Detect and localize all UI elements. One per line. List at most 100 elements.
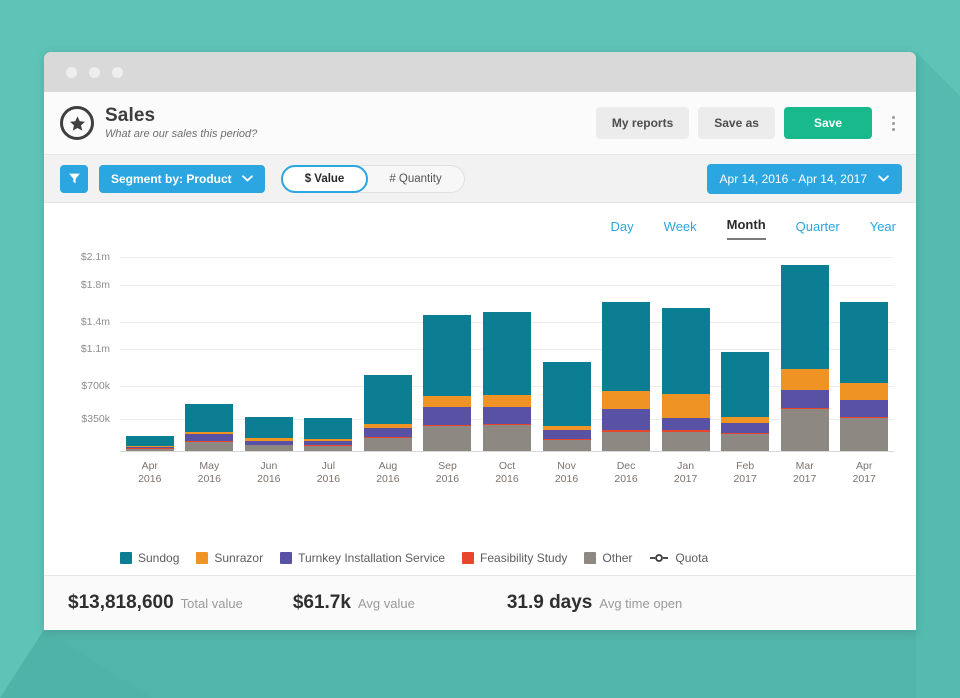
stat-total-value: $13,818,600 Total value: [68, 592, 243, 614]
bar-mar-2017[interactable]: [780, 264, 829, 451]
x-axis-tick-month: Jul: [321, 460, 336, 472]
legend-item[interactable]: Other: [584, 551, 632, 565]
bar-segment[interactable]: [423, 426, 472, 451]
bar-segment[interactable]: [125, 448, 174, 451]
bar-segment[interactable]: [244, 416, 293, 439]
bar-segment[interactable]: [483, 406, 531, 424]
toggle-option-quantity[interactable]: # Quantity: [367, 166, 463, 192]
save-as-button[interactable]: Save as: [698, 107, 775, 139]
bar-jun-2016[interactable]: [244, 416, 293, 451]
bar-dec-2016[interactable]: [602, 301, 651, 451]
bar-segment[interactable]: [423, 315, 472, 396]
bar-segment[interactable]: [840, 302, 889, 383]
bar-segment[interactable]: [780, 264, 829, 369]
bar-segment[interactable]: [185, 403, 234, 432]
x-axis-tick-label: Dec 2016: [596, 460, 656, 486]
x-axis-tick-month: Feb: [736, 460, 755, 472]
x-axis-tick-year: 2016: [138, 473, 162, 485]
bar-segment[interactable]: [602, 391, 651, 410]
bar-feb-2017[interactable]: [721, 352, 770, 451]
legend-item[interactable]: Turnkey Installation Service: [280, 551, 445, 565]
x-axis-tick-year: 2016: [435, 473, 460, 485]
bar-segment[interactable]: [363, 438, 412, 451]
x-axis-tick-month: Sep: [438, 460, 457, 472]
x-axis-tick-year: 2016: [614, 473, 638, 485]
kebab-menu-icon[interactable]: [886, 115, 900, 131]
x-axis-tick-month: May: [199, 460, 220, 472]
date-range-label: Apr 14, 2016 - Apr 14, 2017: [719, 171, 867, 186]
bar-segment[interactable]: [721, 423, 770, 434]
funnel-icon[interactable]: [60, 164, 88, 193]
bar-segment[interactable]: [542, 362, 591, 427]
bar-oct-2016[interactable]: [483, 311, 531, 451]
y-axis-tick-label: $700k: [81, 380, 110, 393]
star-circle-icon: [60, 106, 94, 140]
bar-segment[interactable]: [661, 307, 710, 394]
bar-segment[interactable]: [840, 418, 889, 451]
chart-panel: Day Week Month Quarter Year $350k $700k $1…: [44, 203, 916, 575]
x-axis-tick-month: Nov: [557, 460, 576, 472]
bar-segment[interactable]: [423, 395, 472, 407]
legend-item[interactable]: Sundog: [120, 551, 179, 565]
bar-segment[interactable]: [483, 394, 531, 407]
window-dot-minimize[interactable]: [89, 67, 100, 78]
bar-segment[interactable]: [304, 445, 353, 451]
stat-avg-value: $61.7k Avg value: [293, 592, 415, 614]
bar-segment[interactable]: [780, 409, 829, 451]
bar-aug-2016[interactable]: [363, 375, 412, 451]
date-range-picker[interactable]: Apr 14, 2016 - Apr 14, 2017: [706, 163, 902, 194]
bar-segment[interactable]: [780, 368, 829, 391]
x-axis-tick-year: 2016: [376, 473, 400, 485]
bar-segment[interactable]: [483, 311, 531, 395]
bar-segment[interactable]: [483, 425, 531, 451]
x-axis-tick-year: 2016: [495, 473, 519, 485]
bar-segment[interactable]: [840, 400, 889, 417]
gridline: [120, 284, 894, 286]
x-axis-tick-month: Jan: [677, 460, 695, 472]
bar-segment[interactable]: [602, 409, 651, 431]
bar-segment[interactable]: [721, 434, 770, 451]
legend-label: Turnkey Installation Service: [298, 551, 446, 565]
bar-segment[interactable]: [244, 445, 293, 451]
bar-jul-2016[interactable]: [304, 417, 353, 451]
my-reports-button[interactable]: My reports: [595, 107, 690, 139]
segment-by-dropdown[interactable]: Segment by: Product: [99, 164, 265, 193]
toggle-option-value[interactable]: $ Value: [280, 164, 369, 193]
bar-segment[interactable]: [840, 382, 889, 401]
legend-item-quota[interactable]: Quota: [649, 551, 708, 565]
legend-item[interactable]: Sunrazor: [196, 551, 263, 565]
bar-segment[interactable]: [423, 406, 472, 425]
window-dot-close[interactable]: [66, 67, 77, 78]
x-axis-tick-year: 2017: [733, 473, 757, 485]
bar-sep-2016[interactable]: [423, 315, 472, 451]
legend-label: Sundog: [138, 551, 180, 565]
bar-nov-2016[interactable]: [542, 362, 591, 451]
bar-apr-2016[interactable]: [125, 436, 174, 451]
x-axis-tick-label: Mar 2017: [775, 460, 835, 486]
x-axis-tick-year: 2017: [852, 473, 876, 485]
bar-segment[interactable]: [602, 431, 651, 451]
bar-jan-2017[interactable]: [661, 307, 710, 451]
legend-label: Other: [602, 551, 633, 565]
bar-segment[interactable]: [185, 441, 234, 451]
bar-segment[interactable]: [542, 440, 591, 451]
bar-segment[interactable]: [661, 418, 710, 431]
bar-segment[interactable]: [661, 393, 710, 419]
bar-segment[interactable]: [661, 431, 710, 451]
browser-window: Sales What are our sales this period? My…: [44, 52, 916, 630]
x-axis-tick-month: Jun: [260, 460, 278, 472]
bar-segment[interactable]: [363, 375, 412, 425]
bar-segment[interactable]: [363, 427, 412, 438]
bar-segment[interactable]: [125, 436, 174, 446]
bar-segment[interactable]: [780, 390, 829, 408]
bar-segment[interactable]: [542, 430, 591, 440]
window-dot-maximize[interactable]: [112, 67, 123, 78]
bar-may-2016[interactable]: [185, 403, 234, 451]
bar-segment[interactable]: [721, 352, 770, 417]
save-button[interactable]: Save: [783, 107, 872, 139]
bar-apr-2017[interactable]: [840, 302, 889, 451]
stat-total-value-number: $13,818,600: [68, 591, 174, 613]
bar-segment[interactable]: [602, 301, 651, 392]
bar-segment[interactable]: [304, 417, 353, 439]
legend-item[interactable]: Feasibility Study: [462, 551, 567, 565]
